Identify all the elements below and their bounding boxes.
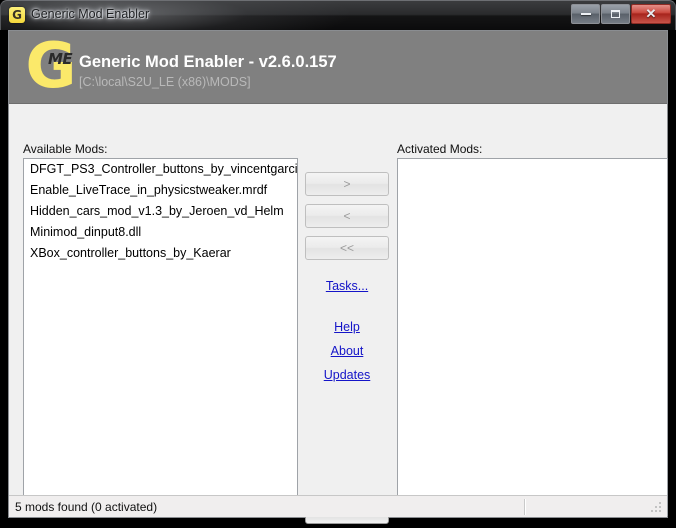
title-bar[interactable]: G Generic Mod Enabler ✕ [0,0,676,30]
application-window: G Generic Mod Enabler ✕ G ME Generic Mod… [0,0,676,528]
updates-link[interactable]: Updates [305,368,389,382]
client-area: G ME Generic Mod Enabler - v2.6.0.157 [C… [8,30,668,524]
available-mods-label: Available Mods: [23,142,108,156]
list-item[interactable]: DFGT_PS3_Controller_buttons_by_vincentga… [24,159,297,180]
status-bar: 5 mods found (0 activated) [9,495,667,517]
logo-badge-me: ME [48,50,73,68]
list-item[interactable]: XBox_controller_buttons_by_Kaerar [24,243,297,264]
activated-mods-list[interactable] [397,158,668,516]
available-mods-list[interactable]: DFGT_PS3_Controller_buttons_by_vincentga… [23,158,298,516]
resize-grip-dot [659,510,661,512]
resize-grip-dot [659,502,661,504]
close-icon: ✕ [645,6,657,21]
status-text: 5 mods found (0 activated) [15,500,158,514]
tasks-link[interactable]: Tasks... [305,279,389,293]
activated-mods-label: Activated Mods: [397,142,483,156]
window-title: Generic Mod Enabler [31,7,150,21]
resize-grip-dot [655,510,657,512]
list-item[interactable]: Enable_LiveTrace_in_physicstweaker.mrdf [24,180,297,201]
minimize-icon [580,13,591,15]
move-left-button[interactable]: < [305,204,389,228]
app-mods-path: [C:\local\S2U_LE (x86)\MODS] [79,75,251,89]
move-right-button[interactable]: > [305,172,389,196]
resize-grip-dot [655,506,657,508]
app-header: G ME Generic Mod Enabler - v2.6.0.157 [C… [9,31,667,104]
resize-grip-dot [651,510,653,512]
about-link[interactable]: About [305,344,389,358]
maximize-icon [611,10,620,18]
gme-logo: G ME [21,35,79,97]
minimize-button[interactable] [571,4,600,24]
list-item[interactable]: Hidden_cars_mod_v1.3_by_Jeroen_vd_Helm [24,201,297,222]
move-all-left-button[interactable]: << [305,236,389,260]
gme-logo-icon: G [9,7,25,23]
list-item[interactable]: Minimod_dinput8.dll [24,222,297,243]
status-divider [524,499,526,515]
close-window-button[interactable]: ✕ [631,4,671,24]
app-title: Generic Mod Enabler - v2.6.0.157 [79,53,337,71]
maximize-button[interactable] [601,4,630,24]
help-link[interactable]: Help [305,320,389,334]
middle-controls-column: > < << Tasks... Help About Updates Close [305,158,389,524]
resize-grip-dot [659,506,661,508]
resize-grip[interactable] [651,502,664,515]
